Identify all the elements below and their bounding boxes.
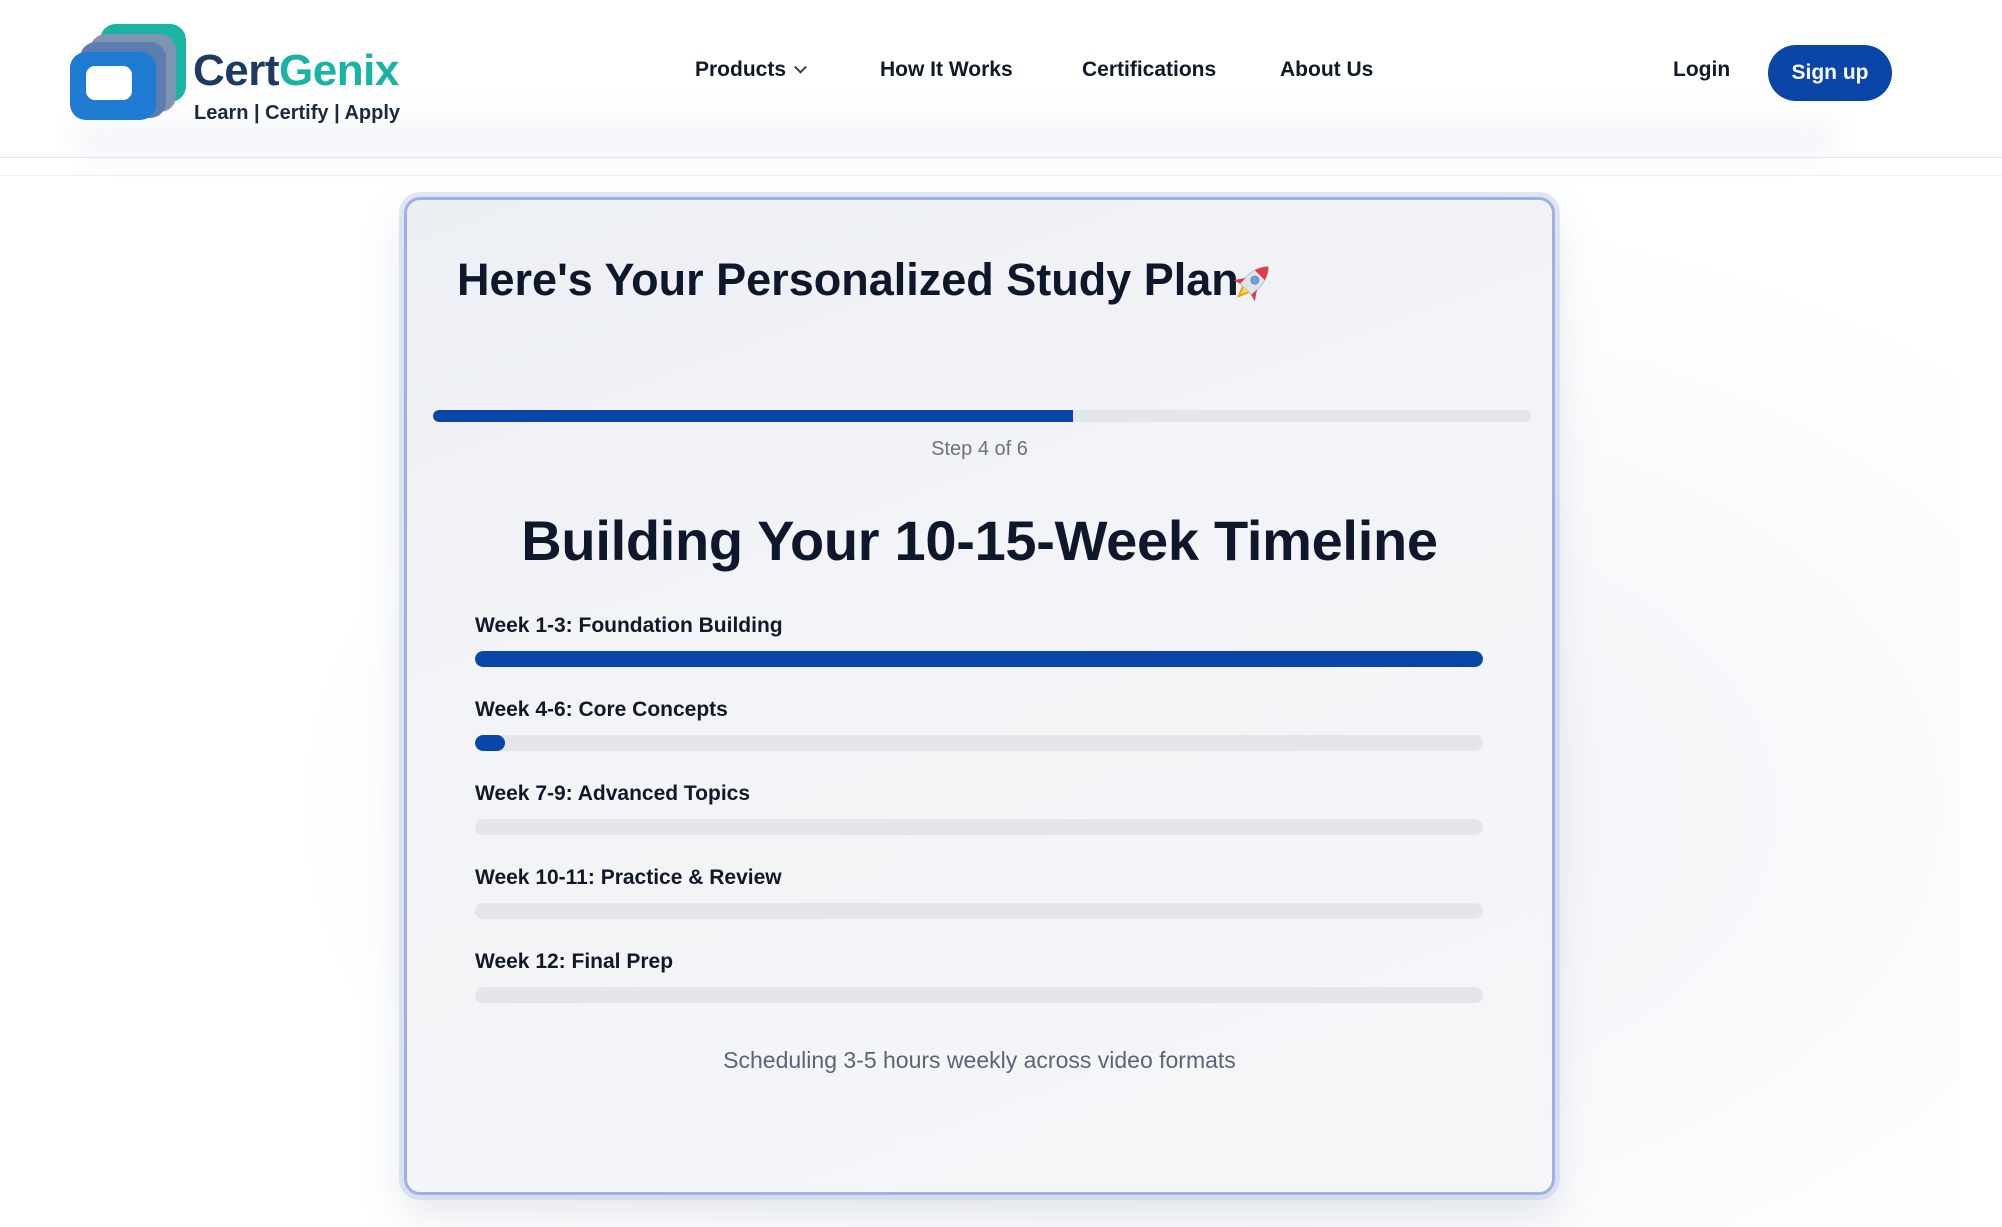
card-title: Here's Your Personalized Study Plan: [457, 254, 1239, 305]
chevron-down-icon: [794, 60, 807, 74]
logo[interactable]: CertGenix Learn | Certify | Apply: [70, 22, 410, 132]
brand-name: CertGenix: [193, 46, 399, 96]
timeline-phase: Week 4-6: Core Concepts: [475, 698, 1483, 751]
phase-label: Week 4-6: Core Concepts: [475, 698, 728, 721]
rocket-icon: [1233, 266, 1269, 302]
brand-name-part2: Genix: [279, 46, 399, 95]
step-label: Step 4 of 6: [931, 438, 1028, 460]
phase-progress-fill: [475, 651, 1483, 667]
phase-progress-bar: [475, 903, 1483, 919]
login-link[interactable]: Login: [1673, 58, 1730, 82]
timeline-phase: Week 1-3: Foundation Building: [475, 614, 1483, 667]
phase-label: Week 1-3: Foundation Building: [475, 614, 783, 637]
phase-label: Week 12: Final Prep: [475, 950, 674, 973]
timeline-phase: Week 10-11: Practice & Review: [475, 866, 1483, 919]
brand-name-part1: Cert: [193, 46, 280, 95]
nav-products[interactable]: Products: [695, 58, 807, 82]
brand-tagline: Learn | Certify | Apply: [194, 102, 401, 124]
study-plan-card: Here's Your Personalized Study Plan Step…: [404, 197, 1555, 1195]
nav-certifications[interactable]: Certifications: [1082, 58, 1216, 82]
phase-progress-bar: [475, 651, 1483, 667]
site-header: CertGenix Learn | Certify | Apply Produc…: [0, 0, 2002, 158]
schedule-note: Scheduling 3-5 hours weekly across video…: [723, 1047, 1236, 1073]
phase-progress-bar: [475, 819, 1483, 835]
phase-label: Week 10-11: Practice & Review: [475, 866, 782, 889]
phase-progress-bar: [475, 987, 1483, 1003]
timeline-phase: Week 12: Final Prep: [475, 950, 1483, 1003]
logo-mark-icon: [70, 24, 186, 120]
nav-about-us[interactable]: About Us: [1280, 58, 1373, 82]
step-progress-bar: [433, 410, 1531, 422]
section-title: Building Your 10-15-Week Timeline: [521, 509, 1438, 572]
step-progress-fill: [433, 410, 1074, 422]
phase-label: Week 7-9: Advanced Topics: [475, 782, 751, 805]
nav-products-label: Products: [695, 58, 787, 81]
phase-progress-fill: [475, 735, 506, 751]
nav-how-it-works[interactable]: How It Works: [880, 58, 1013, 82]
timeline-phase: Week 7-9: Advanced Topics: [475, 782, 1483, 835]
phase-progress-bar: [475, 735, 1483, 751]
signup-button[interactable]: Sign up: [1768, 45, 1892, 101]
divider: [0, 175, 2002, 176]
